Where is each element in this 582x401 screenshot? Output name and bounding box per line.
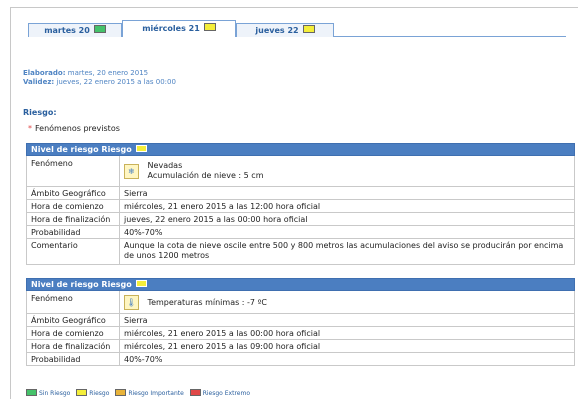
risk-level-swatch	[135, 280, 147, 287]
row-label: Hora de finalización	[26, 339, 120, 353]
table-row: Probabilidad 40%-70%	[26, 225, 575, 239]
table-row: Comentario Aunque la cota de nieve oscile…	[26, 238, 575, 265]
legend-label: Riesgo Importante	[128, 390, 184, 397]
row-label: Hora de comienzo	[26, 199, 120, 213]
fenomeno-name: Nevadas	[147, 161, 183, 170]
row-value: 40%-70%	[119, 352, 575, 366]
legend-label: Riesgo	[89, 390, 110, 397]
table-row: Hora de finalización jueves, 22 enero 201…	[26, 212, 575, 226]
validez-line: Validez: jueves, 22 enero 2015 a las 00:…	[23, 78, 176, 87]
row-value: miércoles, 21 enero 2015 a las 00:00 hor…	[119, 326, 575, 340]
legend-swatch	[115, 389, 127, 396]
elaborado-value: martes, 20 enero 2015	[65, 69, 149, 77]
validez-value: jueves, 22 enero 2015 a las 00:00	[54, 78, 176, 86]
fenomenos-previstos: * Fenómenos previstos	[28, 124, 120, 133]
row-label: Ámbito Geográfico	[26, 313, 120, 327]
tab-jueves-22[interactable]: jueves 22	[236, 23, 334, 37]
row-value: miércoles, 21 enero 2015 a las 09:00 hor…	[119, 339, 575, 353]
risk-header-label: Nivel de riesgo Riesgo	[31, 280, 132, 289]
fenomeno-name: Temperaturas mínimas : -7 ºC	[147, 297, 267, 307]
risk-legend: Sin Riesgo Riesgo Riesgo Importante Ries…	[26, 389, 254, 397]
fenomeno-text: Nevadas Acumulación de nieve : 5 cm	[148, 161, 264, 181]
row-value: miércoles, 21 enero 2015 a las 12:00 hor…	[119, 199, 575, 213]
thermometer-icon: 🌡	[124, 294, 139, 310]
table-row: Hora de comienzo miércoles, 21 enero 2015…	[26, 199, 575, 213]
legend-swatch	[189, 389, 201, 396]
row-label: Comentario	[26, 238, 120, 265]
table-row: Fenómeno ❄ Nevadas Acumulación de nieve …	[26, 155, 575, 187]
row-value: Aunque la cota de nieve oscile entre 500…	[119, 238, 575, 265]
fenomeno-cell: 🌡 Temperaturas mínimas : -7 ºC	[119, 290, 575, 314]
risk-table-nevadas: Nivel de riesgo Riesgo Fenómeno ❄ Nevada…	[26, 143, 575, 265]
row-label: Fenómeno	[26, 290, 120, 314]
risk-header-label: Nivel de riesgo Riesgo	[31, 145, 132, 154]
table-row: Fenómeno 🌡 Temperaturas mínimas : -7 ºC	[26, 290, 575, 314]
table-row: Hora de comienzo miércoles, 21 enero 2015…	[26, 326, 575, 340]
tab-label: jueves 22	[255, 26, 299, 35]
fenomeno-cell: ❄ Nevadas Acumulación de nieve : 5 cm	[119, 155, 575, 187]
validez-label: Validez:	[23, 78, 55, 86]
fenomeno-detail: Acumulación de nieve : 5 cm	[147, 171, 264, 180]
legend-item-sin-riesgo: Sin Riesgo	[26, 389, 71, 397]
day-tabs: martes 20 miércoles 21 jueves 22	[28, 20, 566, 37]
row-label: Hora de comienzo	[26, 326, 120, 340]
tab-miercoles-21[interactable]: miércoles 21	[122, 20, 236, 37]
legend-item-riesgo-importante: Riesgo Importante	[115, 389, 184, 397]
section-title: Riesgo:	[23, 108, 57, 117]
row-value: Sierra	[119, 186, 575, 200]
risk-level-swatch	[93, 25, 106, 33]
legend-swatch	[76, 389, 88, 396]
table-row: Ámbito Geográfico Sierra	[26, 186, 575, 200]
elaborado-label: Elaborado:	[23, 69, 66, 77]
snowflake-icon: ❄	[124, 163, 139, 179]
row-label: Hora de finalización	[26, 212, 120, 226]
row-value: 40%-70%	[119, 225, 575, 239]
risk-header-cell: Nivel de riesgo Riesgo	[26, 278, 575, 291]
row-label: Probabilidad	[26, 225, 120, 239]
fenomenos-previstos-label: Fenómenos previstos	[35, 124, 120, 133]
risk-level-swatch	[135, 145, 147, 152]
table-row: Ámbito Geográfico Sierra	[26, 313, 575, 327]
legend-label: Riesgo Extremo	[202, 390, 250, 397]
risk-header-cell: Nivel de riesgo Riesgo	[26, 143, 575, 156]
risk-table-temperaturas: Nivel de riesgo Riesgo Fenómeno 🌡 Temper…	[26, 278, 575, 366]
tab-label: miércoles 21	[142, 24, 200, 33]
legend-label: Sin Riesgo	[39, 390, 71, 397]
risk-level-swatch	[302, 25, 315, 33]
row-label: Fenómeno	[26, 155, 120, 187]
row-label: Ámbito Geográfico	[26, 186, 120, 200]
bullet-star: *	[28, 124, 32, 133]
legend-item-riesgo-extremo: Riesgo Extremo	[189, 389, 250, 397]
legend-swatch	[26, 389, 37, 396]
table-row: Hora de finalización miércoles, 21 enero …	[26, 339, 575, 353]
row-value: Sierra	[119, 313, 575, 327]
elaborado-line: Elaborado: martes, 20 enero 2015	[23, 69, 176, 78]
risk-header: Nivel de riesgo Riesgo	[26, 143, 575, 156]
row-value: jueves, 22 enero 2015 a las 00:00 hora o…	[119, 212, 575, 226]
row-label: Probabilidad	[26, 352, 120, 366]
tab-martes-20[interactable]: martes 20	[28, 23, 122, 37]
tab-label: martes 20	[44, 26, 90, 35]
legend-item-riesgo: Riesgo	[76, 389, 110, 397]
table-row: Probabilidad 40%-70%	[26, 352, 575, 366]
issue-info: Elaborado: martes, 20 enero 2015 Validez…	[23, 69, 176, 87]
risk-level-swatch	[203, 23, 216, 31]
risk-header: Nivel de riesgo Riesgo	[26, 278, 575, 291]
